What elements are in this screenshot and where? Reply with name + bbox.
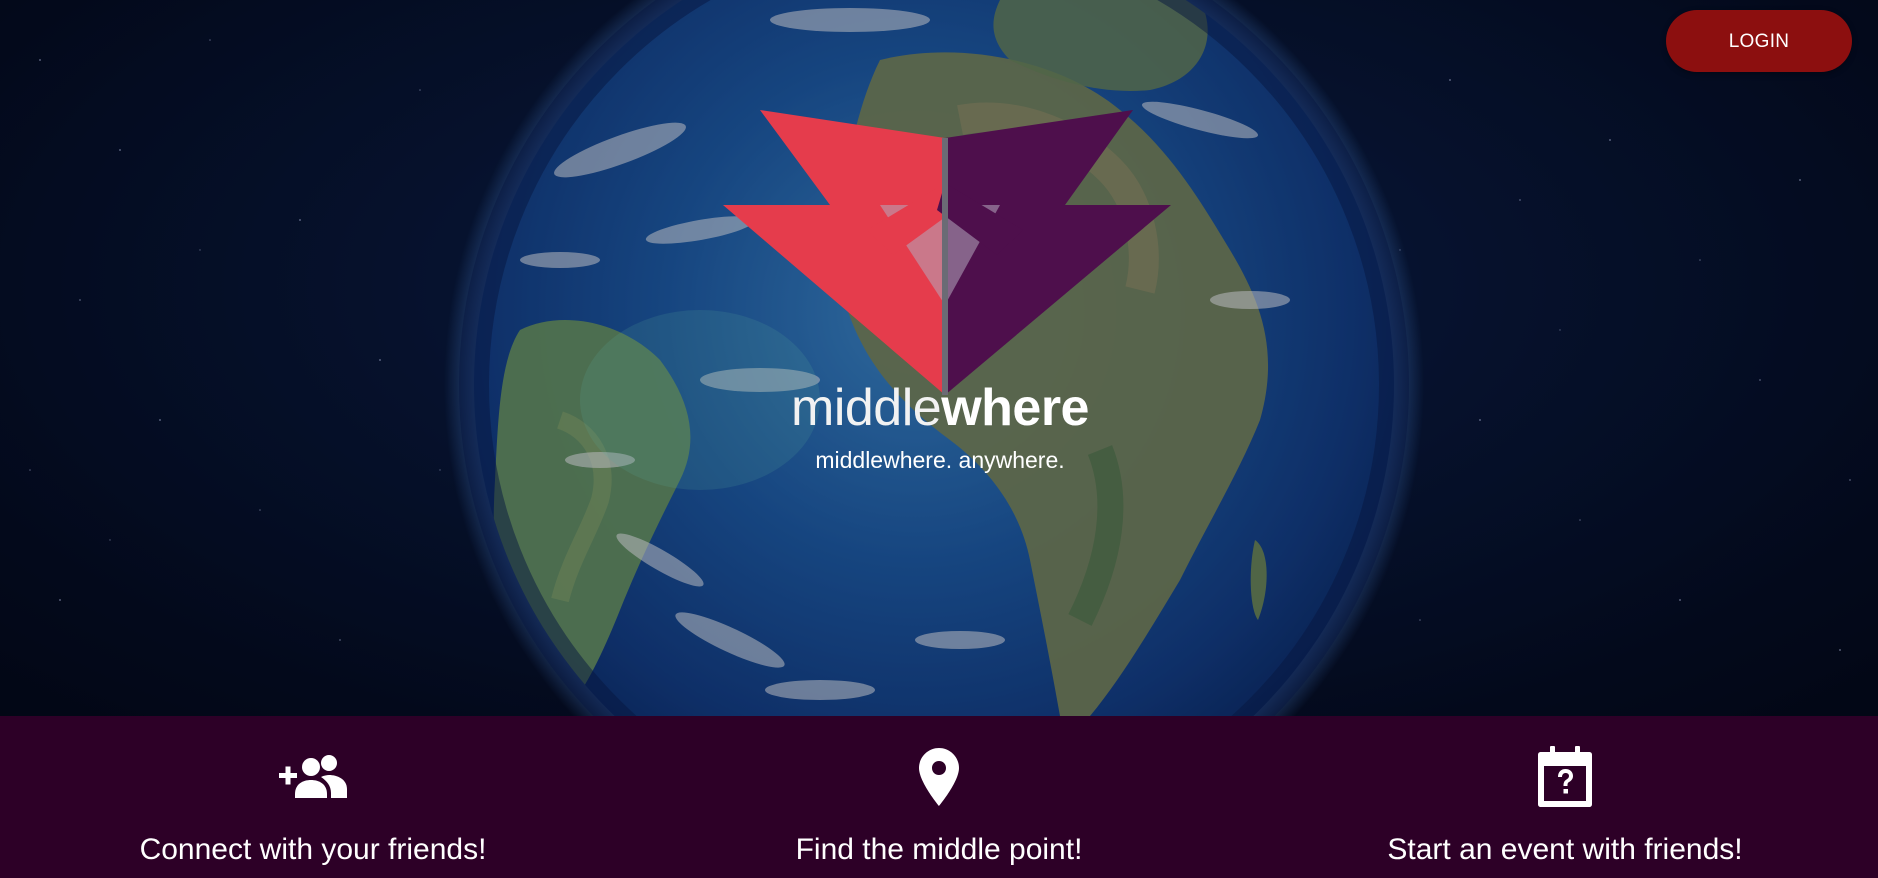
brand-wordmark-light: middle <box>791 379 942 437</box>
brand-wordmark-bold: where <box>941 379 1089 437</box>
hero-section: middlewhere middlewhere. anywhere. LOGIN <box>0 0 1878 716</box>
feature-label: Start an event with friends! <box>1387 833 1743 866</box>
feature-connect-friends: Connect with your friends! <box>0 716 626 878</box>
login-button[interactable]: LOGIN <box>1666 10 1852 72</box>
feature-find-middle: Find the middle point! <box>626 716 1252 878</box>
feature-label: Find the middle point! <box>795 833 1083 866</box>
add-friends-icon <box>279 755 347 798</box>
feature-start-event: Start an event with friends! <box>1252 716 1878 878</box>
landing-page: middlewhere middlewhere. anywhere. LOGIN… <box>0 0 1878 878</box>
feature-label: Connect with your friends! <box>139 833 487 866</box>
brand-wordmark: middlewhere <box>740 378 1140 438</box>
middlewhere-logo-icon <box>723 110 1171 395</box>
calendar-question-icon <box>1538 746 1592 807</box>
features-bar: Connect with your friends! Find the midd… <box>0 716 1878 878</box>
location-pin-icon <box>919 748 959 806</box>
hero-tagline: middlewhere. anywhere. <box>815 447 1065 473</box>
